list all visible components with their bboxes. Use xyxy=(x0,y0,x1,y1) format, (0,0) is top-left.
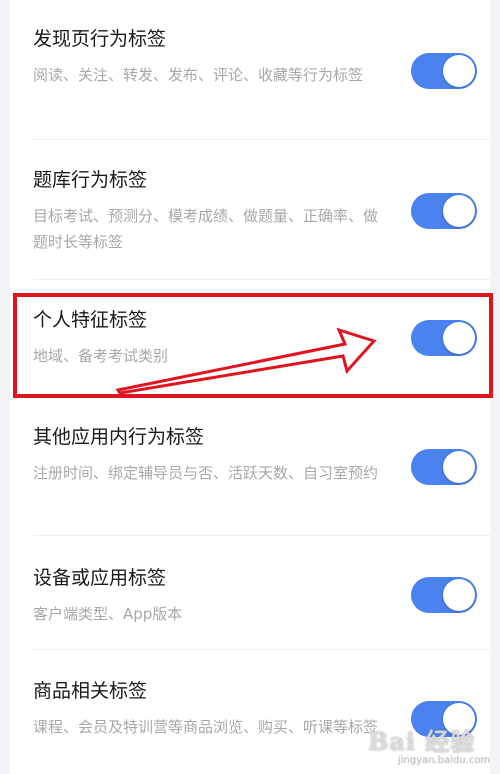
setting-title: 设备或应用标签 xyxy=(33,567,167,589)
setting-title: 题库行为标签 xyxy=(33,169,148,191)
toggle-knob xyxy=(443,55,475,87)
divider xyxy=(33,279,490,280)
setting-title: 发现页行为标签 xyxy=(33,28,167,50)
divider xyxy=(33,649,490,650)
toggle-knob xyxy=(443,195,475,227)
setting-title: 个人特征标签 xyxy=(33,309,148,331)
settings-page: 发现页行为标签 阅读、关注、转发、发布、评论、收藏等行为标签 题库行为标签 目标… xyxy=(10,0,490,774)
setting-description: 客户端类型、App版本 xyxy=(33,605,183,623)
toggle-knob xyxy=(443,703,475,735)
toggle-knob xyxy=(443,322,475,354)
toggle-product-related[interactable] xyxy=(411,701,477,737)
toggle-discovery-behavior[interactable] xyxy=(411,53,477,89)
toggle-knob xyxy=(443,579,475,611)
toggle-question-bank-behavior[interactable] xyxy=(411,193,477,229)
toggle-personal-features[interactable] xyxy=(411,320,477,356)
toggle-knob xyxy=(443,451,475,483)
setting-description: 地域、备考考试类别 xyxy=(33,347,169,365)
toggle-device-or-app[interactable] xyxy=(411,577,477,613)
setting-description: 注册时间、绑定辅导员与否、活跃天数、自习室预约 xyxy=(33,464,379,482)
setting-description: 阅读、关注、转发、发布、评论、收藏等行为标签 xyxy=(33,66,364,84)
setting-title: 其他应用内行为标签 xyxy=(33,426,205,448)
divider xyxy=(33,535,490,536)
setting-description: 目标考试、预测分、模考成绩、做题量、正确率、做题时长等标签 xyxy=(33,207,379,251)
divider xyxy=(33,139,490,140)
setting-description: 课程、会员及特训营等商品浏览、购买、听课等标签 xyxy=(33,718,379,736)
toggle-other-in-app-behavior[interactable] xyxy=(411,449,477,485)
setting-title: 商品相关标签 xyxy=(33,680,148,702)
